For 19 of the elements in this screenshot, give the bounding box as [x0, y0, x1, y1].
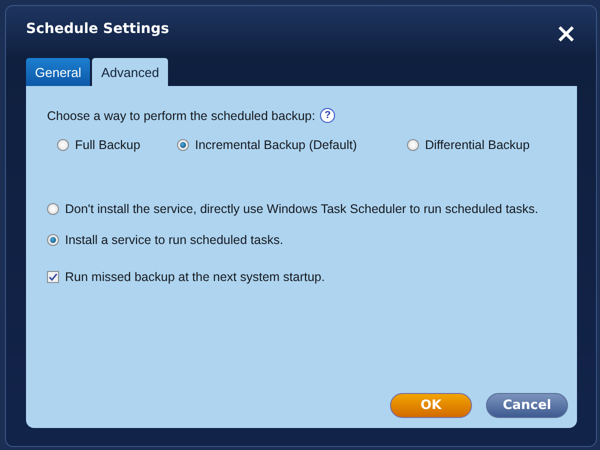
tab[interactable]: General	[26, 58, 90, 86]
radio-label: Install a service to run scheduled tasks.	[65, 233, 284, 247]
radio-label: Differential Backup	[425, 138, 530, 152]
radio-label: Incremental Backup (Default)	[195, 138, 357, 152]
radio-button[interactable]	[177, 139, 189, 151]
cancel-button[interactable]: Cancel	[486, 393, 568, 418]
window-title: Schedule Settings	[26, 21, 170, 37]
radio-button[interactable]	[47, 234, 59, 246]
close-button[interactable]: ×	[551, 21, 577, 47]
radio-button[interactable]	[47, 203, 59, 215]
radio-button[interactable]	[57, 139, 69, 151]
help-icon[interactable]: ?	[320, 108, 336, 123]
tab[interactable]: Advanced	[92, 58, 168, 86]
radio-button[interactable]	[407, 139, 419, 151]
checkbox[interactable]	[47, 271, 59, 283]
radio-label: Full Backup	[75, 138, 140, 152]
prompt-text: Choose a way to perform the scheduled backup:	[47, 108, 316, 122]
checkbox-label: Run missed backup at the next system startup.	[65, 270, 325, 284]
radio-label: Don't install the service, directly use Windows Task Scheduler to run scheduled tasks.	[65, 202, 538, 216]
